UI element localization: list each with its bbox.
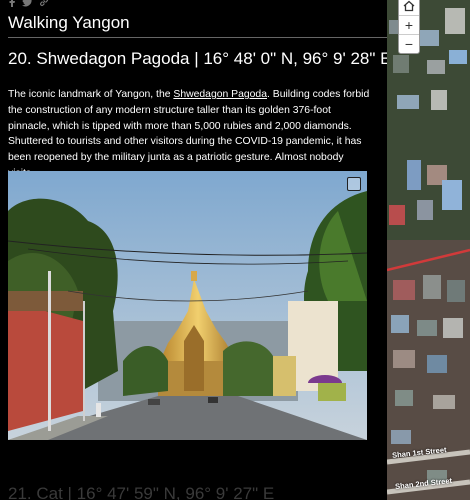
title-divider bbox=[8, 37, 387, 38]
next-entry-heading: 21. Cat | 16° 47' 59" N, 96° 9' 27" E bbox=[8, 484, 275, 500]
zoom-out-button[interactable]: − bbox=[399, 35, 419, 53]
link-icon[interactable] bbox=[39, 0, 49, 10]
site-title[interactable]: Walking Yangon bbox=[8, 13, 130, 33]
expand-icon[interactable] bbox=[347, 177, 361, 191]
twitter-icon[interactable] bbox=[22, 0, 33, 10]
description-text-1: The iconic landmark of Yangon, the bbox=[8, 89, 174, 100]
shwedagon-pagoda-link[interactable]: Shwedagon Pagoda bbox=[173, 89, 267, 100]
facebook-icon[interactable] bbox=[8, 0, 16, 10]
entry-description: The iconic landmark of Yangon, the Shwed… bbox=[8, 87, 370, 182]
story-panel: Walking Yangon 20. Shwedagon Pagoda | 16… bbox=[0, 0, 387, 500]
share-bar bbox=[8, 0, 49, 10]
description-text-2: . Building codes forbid the construction… bbox=[8, 89, 370, 179]
map-zoom-control: + − bbox=[398, 0, 420, 54]
pagoda-photo[interactable] bbox=[8, 171, 367, 440]
zoom-in-button[interactable]: + bbox=[399, 16, 419, 35]
entry-heading: 20. Shwedagon Pagoda | 16° 48' 0" N, 96°… bbox=[8, 49, 387, 68]
map-panel[interactable]: + − Shan 1st Street Shan 2nd Street bbox=[387, 0, 470, 500]
home-icon[interactable] bbox=[399, 0, 419, 16]
